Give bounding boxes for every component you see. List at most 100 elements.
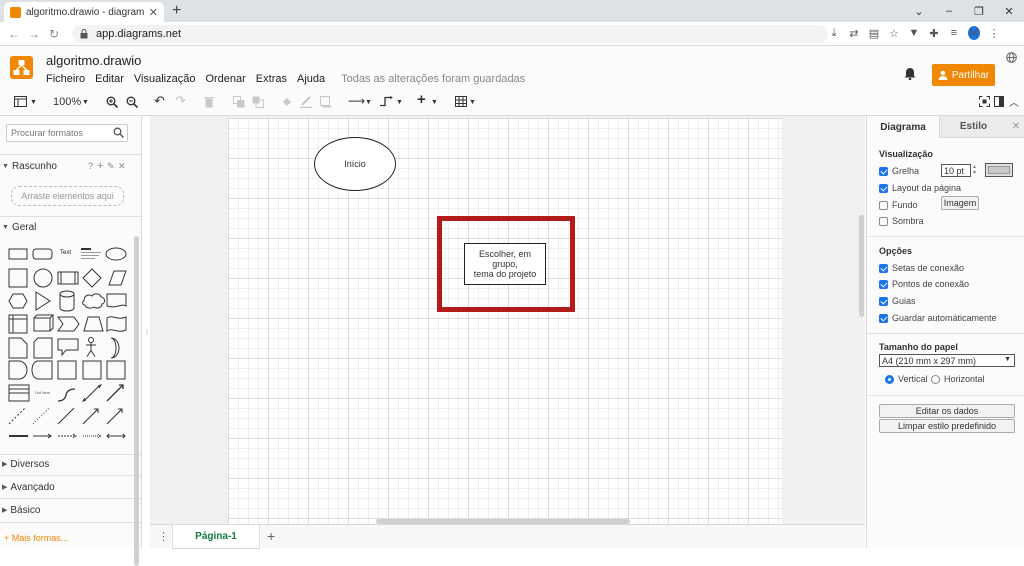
trapezoid-shape[interactable] [83,316,104,332]
more-shapes-button[interactable]: + Mais formas... [4,533,68,543]
connection-points-checkbox[interactable]: Pontos de conexão [879,279,969,289]
view-dropdown-icon[interactable]: ▼ [30,99,37,106]
table-icon[interactable] [455,96,467,107]
browser-tab[interactable]: algoritmo.drawio - diagrams.net ✕ [4,2,164,22]
clear-default-style-button[interactable]: Limpar estilo predefinido [879,419,1015,433]
close-window-icon[interactable]: ✕ [994,5,1024,18]
bidirectional-arrow-shape[interactable] [81,384,103,402]
sidebar-scrollbar[interactable] [134,236,139,566]
autosave-checkbox[interactable]: Guardar automáticamente [879,313,997,323]
scratchpad-add-icon[interactable]: + [97,160,103,172]
pdf-icon[interactable]: ▤ [868,27,880,40]
translate-icon[interactable]: ⇄ [848,27,860,40]
arrow-shape[interactable] [106,384,124,402]
pages-menu-icon[interactable]: ⋮ [158,530,169,543]
profile-menu-icon[interactable]: ⌄ [904,5,934,18]
square-shape[interactable] [8,268,28,288]
canvas-vertical-scrollbar[interactable] [859,215,864,317]
line-shape[interactable] [57,407,75,425]
callout-shape[interactable] [57,338,79,357]
reload-icon[interactable]: ↻ [44,27,64,41]
restore-icon[interactable]: ❐ [964,5,994,18]
section-avancado[interactable]: ▶ Avançado [0,477,140,497]
menu-ficheiro[interactable]: Ficheiro [46,73,85,85]
download-icon[interactable]: ⤓ [828,27,840,40]
share-button[interactable]: Partilhar [932,64,995,86]
background-image-button[interactable]: Imagem [941,196,979,210]
directional-connector-shape[interactable] [82,408,99,425]
add-page-icon[interactable]: + [267,528,275,544]
tab-style[interactable]: Estilo [939,116,1007,138]
cloud-shape[interactable] [82,293,105,309]
dotted-line-shape[interactable] [32,407,50,425]
file-name[interactable]: algoritmo.drawio [46,53,141,68]
menu-extras[interactable]: Extras [256,73,287,85]
shadow-checkbox[interactable]: Sombra [879,216,924,226]
portrait-radio[interactable]: Vertical [885,374,928,384]
dashed-connector-shape[interactable] [58,433,77,439]
notifications-bell-icon[interactable] [904,67,916,80]
menu-ajuda[interactable]: Ajuda [297,73,325,85]
bookmark-star-icon[interactable]: ☆ [888,27,900,40]
rounded-rectangle-shape[interactable] [32,248,53,260]
parallelogram-shape[interactable] [108,270,127,286]
document-shape[interactable] [106,293,127,308]
search-icon[interactable] [113,127,124,138]
scratchpad-header[interactable]: ▼ Rascunho ? + ✎ ✕ [0,156,140,176]
zoom-out-icon[interactable] [126,96,138,108]
internal-storage-shape[interactable] [8,314,28,334]
guides-checkbox[interactable]: Guias [879,296,916,306]
curve-shape[interactable] [57,388,76,402]
shadow-icon[interactable] [320,96,332,108]
reading-list-icon[interactable]: ≡ [948,27,960,39]
general-shapes-header[interactable]: ▼ Geral [0,217,140,237]
start-ellipse-shape[interactable]: Início [314,137,396,191]
text-shape[interactable]: Text [60,250,71,256]
scratchpad-close-icon[interactable]: ✕ [118,161,126,172]
sidebar-resize-handle[interactable]: ⁞ [146,330,148,337]
tab-diagram[interactable]: Diagrama [867,116,939,138]
zoom-dropdown-icon[interactable]: ▼ [82,99,89,106]
square-shape-3[interactable] [82,360,102,380]
zoom-level[interactable]: 100% [53,96,81,108]
dashed-line-shape[interactable] [8,407,26,425]
circle-shape[interactable] [33,268,53,288]
rectangle-shape[interactable] [8,248,28,260]
redo-icon[interactable]: ↷ [175,93,186,109]
connector-arrow-shape[interactable] [33,433,52,439]
container-shape[interactable] [106,360,126,380]
textbox-shape[interactable] [81,248,101,260]
extension-shield-icon[interactable]: ▼ [908,27,920,39]
diamond-shape[interactable] [82,268,102,288]
triangle-shape[interactable] [35,291,51,311]
page-view-checkbox[interactable]: Layout da página [879,183,961,193]
scratchpad-drop-zone[interactable]: Arraste elementos aqui [11,186,124,206]
waypoints-dropdown-icon[interactable]: ▼ [396,99,403,106]
fullscreen-icon[interactable] [979,96,990,107]
delay-shape[interactable] [8,360,28,380]
to-front-icon[interactable] [233,96,245,108]
bidirectional-connector-shape[interactable] [106,433,126,439]
grid-size-input[interactable]: 10 pt [941,164,971,177]
ellipse-shape[interactable] [105,247,127,261]
dotted-connector-shape[interactable] [83,433,102,439]
page-tab[interactable]: Página-1 [172,525,260,549]
language-globe-icon[interactable] [1006,52,1017,63]
card-shape[interactable] [33,337,53,359]
connection-dropdown-icon[interactable]: ▼ [365,99,372,106]
cube-shape[interactable] [33,314,55,332]
list-item-shape[interactable]: List Item [35,390,50,395]
grid-size-stepper-icon[interactable]: ▲ ▼ [972,164,977,176]
table-dropdown-icon[interactable]: ▼ [469,99,476,106]
new-tab-icon[interactable]: + [172,2,181,20]
landscape-radio[interactable]: Horizontal [931,374,985,384]
display-shape[interactable] [31,360,53,380]
note-shape[interactable] [8,337,28,359]
menu-visualizacao[interactable]: Visualização [134,73,196,85]
close-panel-icon[interactable]: ✕ [1007,116,1024,138]
grid-checkbox[interactable]: Grelha [879,166,919,176]
menu-editar[interactable]: Editar [95,73,124,85]
browser-menu-icon[interactable]: ⋮ [988,27,1000,40]
hexagon-shape[interactable] [8,293,28,309]
tape-shape[interactable] [106,316,127,333]
